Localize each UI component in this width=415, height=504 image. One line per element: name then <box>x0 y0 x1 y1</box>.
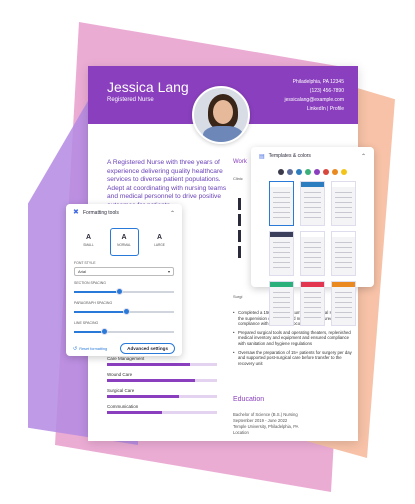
chevron-down-icon: ▾ <box>167 269 170 274</box>
reset-icon: ↺ <box>73 345 78 352</box>
template-thumbnails <box>251 181 374 326</box>
paragraph-spacing-slider[interactable] <box>74 308 174 316</box>
skill-bar <box>107 395 217 398</box>
template-thumbnail-7[interactable] <box>300 281 325 326</box>
skill-label: Surgical Care <box>107 388 135 393</box>
education-heading: Education <box>233 396 265 403</box>
skill-row: Communication <box>107 404 217 414</box>
list-item: Oversaw the preparation of 15+ patients … <box>233 350 353 367</box>
templates-panel-header[interactable]: ▤ Templates & colors ⌃ <box>251 147 374 165</box>
work-heading: Work <box>233 159 247 165</box>
chevron-up-icon[interactable]: ⌃ <box>170 210 175 217</box>
skill-bar <box>107 411 217 414</box>
slider-thumb[interactable] <box>101 328 108 335</box>
color-swatch-4[interactable] <box>314 169 320 175</box>
resume-summary: A Registered Nurse with three years of e… <box>107 159 227 209</box>
chevron-up-icon[interactable]: ⌃ <box>361 153 366 160</box>
advanced-settings-button[interactable]: Advanced settings <box>120 343 175 354</box>
skill-bar <box>107 363 217 366</box>
skill-label: Wound Care <box>107 372 133 377</box>
color-swatch-1[interactable] <box>287 169 293 175</box>
size-icon: A <box>85 234 92 241</box>
size-large-button[interactable]: A LARGE <box>145 228 174 256</box>
contact-linkedin: LinkedIn | Profile <box>306 106 344 112</box>
skill-bar <box>107 379 217 382</box>
size-icon: A <box>156 234 163 241</box>
template-thumbnail-6[interactable] <box>269 281 294 326</box>
color-swatches <box>251 169 374 175</box>
skill-label: Care Management <box>107 356 145 361</box>
experience-2-title: Surgi <box>233 294 243 299</box>
size-label: LARGE <box>154 243 165 247</box>
color-swatch-3[interactable] <box>305 169 311 175</box>
contact-phone: (123) 456-7890 <box>309 88 344 94</box>
contact-email: jessicalang@example.com <box>284 97 344 103</box>
section-spacing-label: SECTION SPACING <box>74 281 107 285</box>
education-location: Location <box>233 430 249 435</box>
reset-formatting-label: Reset formatting <box>79 346 108 351</box>
formatting-tools-panel: ✖ Formatting tools ⌃ A SMALL A NORMAL A … <box>66 204 182 356</box>
skills-section: Care Management Wound Care Surgical Care… <box>107 356 217 420</box>
resume-role: Registered Nurse <box>107 97 154 103</box>
section-spacing-slider[interactable] <box>74 288 174 296</box>
template-thumbnail-4[interactable] <box>300 231 325 276</box>
color-swatch-2[interactable] <box>296 169 302 175</box>
resume-contact: Philadelphia, PA 12345 (123) 456-7890 je… <box>284 78 344 114</box>
formatting-panel-header[interactable]: ✖ Formatting tools ⌃ <box>66 204 182 222</box>
template-thumbnail-8[interactable] <box>331 281 356 326</box>
skill-label: Communication <box>107 404 139 409</box>
line-spacing-slider[interactable] <box>74 328 174 336</box>
work-title: Clinic <box>233 176 243 181</box>
line-spacing-label: LINE SPACING <box>74 321 99 325</box>
list-item: Prepared surgical tools and operating th… <box>233 330 353 347</box>
size-icon: A <box>121 234 127 241</box>
color-swatch-0[interactable] <box>278 169 284 175</box>
skill-row: Care Management <box>107 356 217 366</box>
template-thumbnail-0[interactable] <box>269 181 294 226</box>
contact-address: Philadelphia, PA 12345 <box>292 79 344 85</box>
font-size-options: A SMALL A NORMAL A LARGE <box>66 228 182 256</box>
color-swatch-6[interactable] <box>332 169 338 175</box>
formatting-footer: ↺ Reset formatting Advanced settings <box>66 343 182 354</box>
formatting-panel-title: Formatting tools <box>83 210 119 216</box>
tools-icon: ✖ <box>73 209 79 216</box>
template-thumbnail-3[interactable] <box>269 231 294 276</box>
slider-thumb[interactable] <box>123 308 130 315</box>
size-label: SMALL <box>83 243 94 247</box>
reset-formatting-link[interactable]: ↺ Reset formatting <box>73 346 107 352</box>
size-label: NORMAL <box>117 243 131 247</box>
template-thumbnail-2[interactable] <box>331 181 356 226</box>
size-normal-button[interactable]: A NORMAL <box>109 228 139 256</box>
resume-name: Jessica Lang <box>107 79 189 95</box>
education-details: Bachelor of Science (B.S.) Nursing Septe… <box>233 412 298 436</box>
font-style-label: FONT STYLE <box>74 261 96 265</box>
font-style-value: Arial <box>78 269 87 274</box>
template-thumbnail-1[interactable] <box>300 181 325 226</box>
templates-colors-panel: ▤ Templates & colors ⌃ <box>251 147 374 326</box>
templates-panel-title: Templates & colors <box>268 153 311 159</box>
template-thumbnail-5[interactable] <box>331 231 356 276</box>
skill-row: Surgical Care <box>107 388 217 398</box>
profile-photo <box>192 86 250 144</box>
color-swatch-5[interactable] <box>323 169 329 175</box>
skill-row: Wound Care <box>107 372 217 382</box>
slider-thumb[interactable] <box>116 288 123 295</box>
document-icon: ▤ <box>259 153 265 160</box>
size-small-button[interactable]: A SMALL <box>74 228 103 256</box>
paragraph-spacing-label: PARAGRAPH SPACING <box>74 301 113 305</box>
font-style-select[interactable]: Arial ▾ <box>74 267 174 276</box>
color-swatch-7[interactable] <box>341 169 347 175</box>
